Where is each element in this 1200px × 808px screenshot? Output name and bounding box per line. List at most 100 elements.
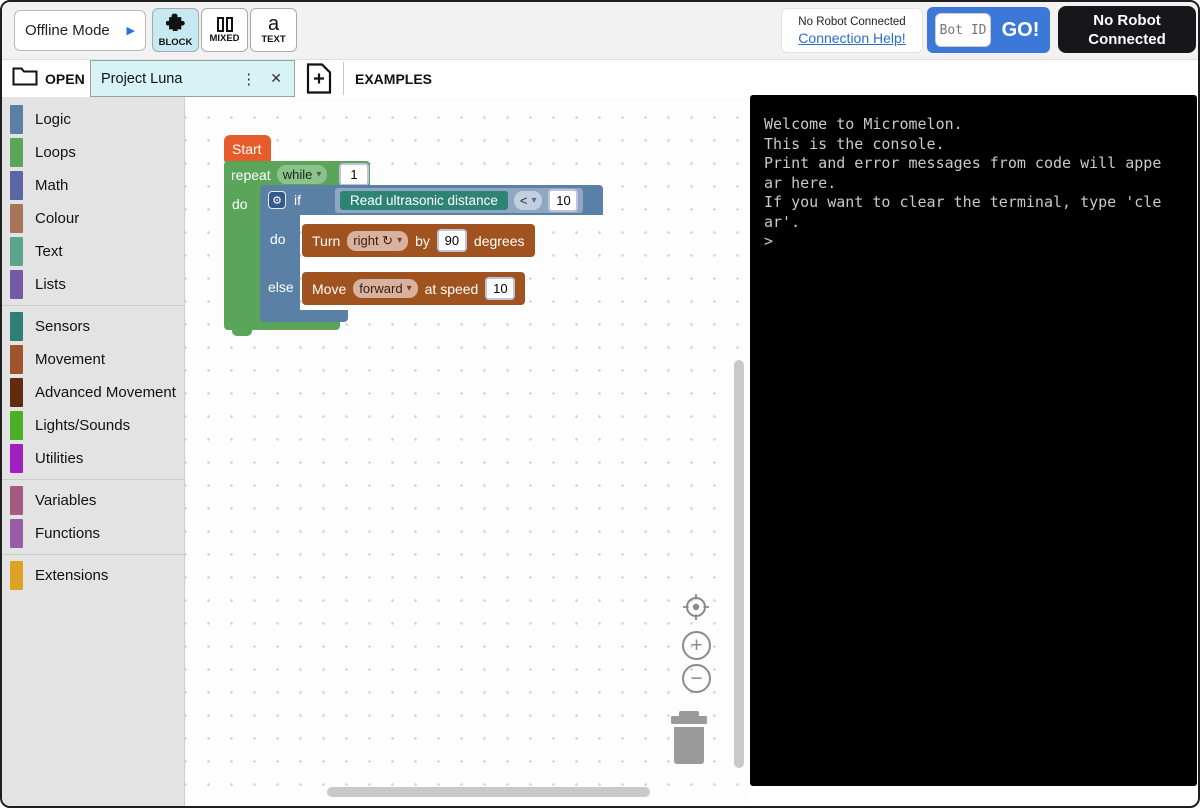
connection-panel: No Robot Connected Connection Help! <box>781 8 923 53</box>
dropdown-arrow-icon: ▾ <box>397 235 402 246</box>
project-tab-title: Project Luna <box>101 71 235 87</box>
category-color-bar <box>10 519 23 548</box>
repeat-mode-dropdown[interactable]: while ▾ <box>277 165 328 184</box>
category-color-bar <box>10 237 23 266</box>
sidebar-item-extensions[interactable]: Extensions <box>2 559 184 592</box>
sidebar-item-utilities[interactable]: Utilities <box>2 442 184 475</box>
blockly-workspace[interactable]: Start repeat while ▾ 1 do ⚙ if Read ultr… <box>185 97 748 808</box>
gear-icon[interactable]: ⚙ <box>268 191 286 209</box>
comparison-block[interactable]: Read ultrasonic distance < ▾ 10 <box>335 188 583 213</box>
go-panel: GO! <box>927 7 1050 53</box>
zoom-out-icon: − <box>690 668 702 689</box>
vertical-scrollbar[interactable] <box>734 360 744 768</box>
project-tab[interactable]: Project Luna ⋮ ✕ <box>90 60 295 97</box>
ultrasonic-sensor-block[interactable]: Read ultrasonic distance <box>340 191 508 210</box>
text-view-label: TEXT <box>261 34 285 45</box>
block-view-button[interactable]: BLOCK <box>152 8 199 52</box>
sidebar-item-logic[interactable]: Logic <box>2 103 184 136</box>
turn-block[interactable]: Turn right ↻ ▾ by 90 degrees <box>302 224 535 257</box>
go-button[interactable]: GO! <box>999 19 1042 42</box>
robot-status-badge: No Robot Connected <box>1058 6 1196 53</box>
operator-dropdown[interactable]: < ▾ <box>514 191 543 210</box>
category-color-bar <box>10 378 23 407</box>
category-separator <box>2 305 184 306</box>
sidebar-item-advanced-movement[interactable]: Advanced Movement <box>2 376 184 409</box>
top-toolbar: Offline Mode ▶ BLOCK MIXED a TEXT No Rob… <box>2 2 1198 60</box>
letter-a-icon: a <box>268 15 279 33</box>
kebab-menu-icon[interactable]: ⋮ <box>235 70 262 88</box>
sidebar-item-movement[interactable]: Movement <box>2 343 184 376</box>
dropdown-arrow-icon: ▾ <box>316 169 321 180</box>
category-color-bar <box>10 486 23 515</box>
dropdown-arrow-icon: ▾ <box>407 283 412 294</box>
sidebar-item-sensors[interactable]: Sensors <box>2 310 184 343</box>
close-icon[interactable]: ✕ <box>262 70 284 87</box>
category-separator <box>2 554 184 555</box>
mode-select[interactable]: Offline Mode ▶ <box>14 10 146 51</box>
category-color-bar <box>10 171 23 200</box>
turn-degrees-input[interactable]: 90 <box>437 229 467 252</box>
repeat-count-input[interactable]: 1 <box>339 163 369 186</box>
repeat-block-tab <box>232 330 252 336</box>
connection-help-link[interactable]: Connection Help! <box>798 30 905 46</box>
console-line: ar here. <box>764 174 1183 194</box>
move-speed-input[interactable]: 10 <box>485 277 515 300</box>
if-block-bottom <box>260 310 348 322</box>
mixed-view-label: MIXED <box>209 33 239 44</box>
if-body-strip: do else <box>260 215 300 310</box>
connection-status: No Robot Connected <box>798 16 905 28</box>
console-line: Print and error messages from code will … <box>764 154 1183 174</box>
category-color-bar <box>10 138 23 167</box>
console-prompt: > <box>764 232 1183 252</box>
sidebar-item-functions[interactable]: Functions <box>2 517 184 550</box>
bot-id-input[interactable] <box>935 13 991 47</box>
sidebar-item-lists[interactable]: Lists <box>2 268 184 301</box>
category-separator <box>2 479 184 480</box>
view-toggle-group: BLOCK MIXED a TEXT <box>152 8 297 52</box>
category-color-bar <box>10 204 23 233</box>
sidebar-item-math[interactable]: Math <box>2 169 184 202</box>
columns-icon <box>217 16 233 32</box>
text-view-button[interactable]: a TEXT <box>250 8 297 52</box>
zoom-in-icon: + <box>690 635 702 656</box>
category-color-bar <box>10 345 23 374</box>
block-view-label: BLOCK <box>159 37 193 48</box>
category-color-bar <box>10 411 23 440</box>
category-color-bar <box>10 270 23 299</box>
folder-icon <box>12 66 38 91</box>
move-direction-dropdown[interactable]: forward ▾ <box>353 279 417 298</box>
repeat-body-strip: do <box>224 188 260 317</box>
mode-select-label: Offline Mode <box>25 22 110 39</box>
condition-value-input[interactable]: 10 <box>548 189 578 212</box>
examples-button[interactable]: EXAMPLES <box>355 60 432 97</box>
console-line: ar'. <box>764 213 1183 233</box>
triangle-right-icon: ▶ <box>127 24 135 37</box>
new-file-button[interactable] <box>305 63 333 99</box>
console-line: Welcome to Micromelon. <box>764 115 1183 135</box>
sidebar-item-text[interactable]: Text <box>2 235 184 268</box>
move-block[interactable]: Move forward ▾ at speed 10 <box>302 272 525 305</box>
sidebar-item-variables[interactable]: Variables <box>2 484 184 517</box>
open-button-label: OPEN <box>45 71 85 87</box>
sidebar-item-lights-sounds[interactable]: Lights/Sounds <box>2 409 184 442</box>
center-view-button[interactable] <box>680 591 712 628</box>
start-block[interactable]: Start <box>224 135 271 162</box>
horizontal-scrollbar[interactable] <box>327 787 650 797</box>
trash-icon[interactable] <box>667 711 711 770</box>
zoom-out-button[interactable]: − <box>682 664 711 693</box>
turn-direction-dropdown[interactable]: right ↻ ▾ <box>347 231 408 251</box>
sidebar-item-loops[interactable]: Loops <box>2 136 184 169</box>
robot-status-line1: No Robot <box>1093 11 1160 30</box>
category-color-bar <box>10 444 23 473</box>
category-color-bar <box>10 561 23 590</box>
console-panel[interactable]: Welcome to Micromelon. This is the conso… <box>750 95 1197 786</box>
zoom-in-button[interactable]: + <box>682 631 711 660</box>
puzzle-icon <box>166 12 185 36</box>
category-color-bar <box>10 312 23 341</box>
open-button[interactable]: OPEN <box>12 60 85 97</box>
toolbar-divider <box>343 62 344 95</box>
category-color-bar <box>10 105 23 134</box>
sidebar-item-colour[interactable]: Colour <box>2 202 184 235</box>
console-line: If you want to clear the terminal, type … <box>764 193 1183 213</box>
mixed-view-button[interactable]: MIXED <box>201 8 248 52</box>
